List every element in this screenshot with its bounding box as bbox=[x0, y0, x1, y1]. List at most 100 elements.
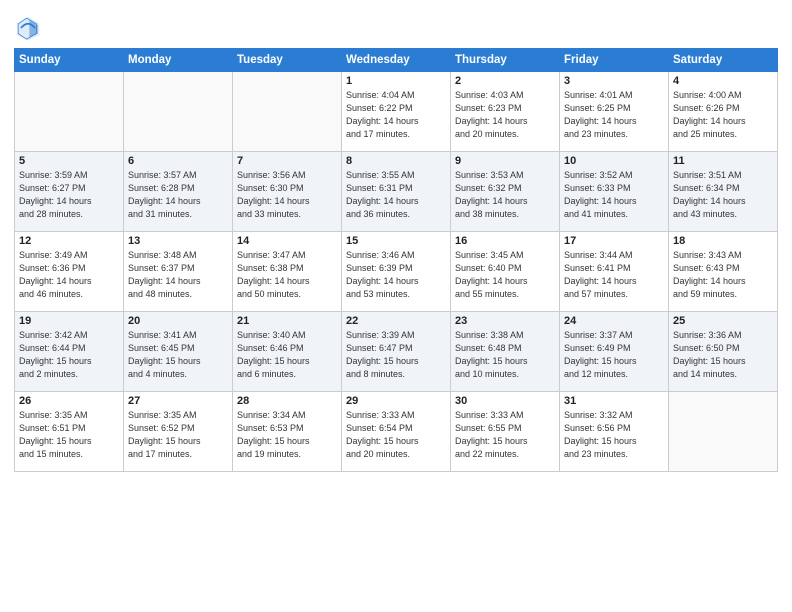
day-info: Sunrise: 3:33 AM Sunset: 6:54 PM Dayligh… bbox=[346, 409, 446, 461]
day-info: Sunrise: 3:40 AM Sunset: 6:46 PM Dayligh… bbox=[237, 329, 337, 381]
day-info: Sunrise: 3:38 AM Sunset: 6:48 PM Dayligh… bbox=[455, 329, 555, 381]
day-info: Sunrise: 4:00 AM Sunset: 6:26 PM Dayligh… bbox=[673, 89, 773, 141]
page: SundayMondayTuesdayWednesdayThursdayFrid… bbox=[0, 0, 792, 612]
day-number: 6 bbox=[128, 155, 228, 167]
day-number: 24 bbox=[564, 315, 664, 327]
calendar-cell: 23 Sunrise: 3:38 AM Sunset: 6:48 PM Dayli… bbox=[451, 312, 560, 392]
calendar-cell: 20Sunrise: 3:41 AM Sunset: 6:45 PM Dayli… bbox=[124, 312, 233, 392]
day-number: 30 bbox=[455, 395, 555, 407]
calendar-cell bbox=[233, 72, 342, 152]
day-info: Sunrise: 3:35 AM Sunset: 6:52 PM Dayligh… bbox=[128, 409, 228, 461]
calendar-cell bbox=[124, 72, 233, 152]
calendar-cell bbox=[15, 72, 124, 152]
day-info: Sunrise: 3:48 AM Sunset: 6:37 PM Dayligh… bbox=[128, 249, 228, 301]
day-info: Sunrise: 3:53 AM Sunset: 6:32 PM Dayligh… bbox=[455, 169, 555, 221]
calendar-cell: 17 Sunrise: 3:44 AM Sunset: 6:41 PM Dayli… bbox=[560, 232, 669, 312]
calendar-cell bbox=[669, 392, 778, 472]
day-number: 25 bbox=[673, 315, 773, 327]
calendar-week-1: 5 Sunrise: 3:59 AM Sunset: 6:27 PM Daylig… bbox=[15, 152, 778, 232]
header bbox=[14, 10, 778, 42]
calendar-cell: 14 Sunrise: 3:47 AM Sunset: 6:38 PM Dayli… bbox=[233, 232, 342, 312]
day-info: Sunrise: 3:56 AM Sunset: 6:30 PM Dayligh… bbox=[237, 169, 337, 221]
day-number: 1 bbox=[346, 75, 446, 87]
calendar-cell: 1 Sunrise: 4:04 AM Sunset: 6:22 PM Daylig… bbox=[342, 72, 451, 152]
day-number: 22 bbox=[346, 315, 446, 327]
calendar-cell: 30Sunrise: 3:33 AM Sunset: 6:55 PM Dayli… bbox=[451, 392, 560, 472]
day-number: 2 bbox=[455, 75, 555, 87]
calendar-cell: 19 Sunrise: 3:42 AM Sunset: 6:44 PM Dayli… bbox=[15, 312, 124, 392]
calendar-cell: 24 Sunrise: 3:37 AM Sunset: 6:49 PM Dayli… bbox=[560, 312, 669, 392]
day-number: 11 bbox=[673, 155, 773, 167]
day-number: 5 bbox=[19, 155, 119, 167]
day-number: 28 bbox=[237, 395, 337, 407]
day-info: Sunrise: 3:59 AM Sunset: 6:27 PM Dayligh… bbox=[19, 169, 119, 221]
day-number: 3 bbox=[564, 75, 664, 87]
calendar-cell: 12 Sunrise: 3:49 AM Sunset: 6:36 PM Dayli… bbox=[15, 232, 124, 312]
day-number: 10 bbox=[564, 155, 664, 167]
day-info: Sunrise: 4:03 AM Sunset: 6:23 PM Dayligh… bbox=[455, 89, 555, 141]
day-number: 7 bbox=[237, 155, 337, 167]
calendar-cell: 9 Sunrise: 3:53 AM Sunset: 6:32 PM Daylig… bbox=[451, 152, 560, 232]
day-info: Sunrise: 3:55 AM Sunset: 6:31 PM Dayligh… bbox=[346, 169, 446, 221]
calendar-cell: 8Sunrise: 3:55 AM Sunset: 6:31 PM Daylig… bbox=[342, 152, 451, 232]
day-number: 26 bbox=[19, 395, 119, 407]
calendar-cell: 5 Sunrise: 3:59 AM Sunset: 6:27 PM Daylig… bbox=[15, 152, 124, 232]
calendar-cell: 22 Sunrise: 3:39 AM Sunset: 6:47 PM Dayli… bbox=[342, 312, 451, 392]
day-info: Sunrise: 3:34 AM Sunset: 6:53 PM Dayligh… bbox=[237, 409, 337, 461]
day-number: 14 bbox=[237, 235, 337, 247]
calendar-cell: 7 Sunrise: 3:56 AM Sunset: 6:30 PM Daylig… bbox=[233, 152, 342, 232]
day-info: Sunrise: 3:36 AM Sunset: 6:50 PM Dayligh… bbox=[673, 329, 773, 381]
calendar-cell: 16 Sunrise: 3:45 AM Sunset: 6:40 PM Dayli… bbox=[451, 232, 560, 312]
day-info: Sunrise: 4:04 AM Sunset: 6:22 PM Dayligh… bbox=[346, 89, 446, 141]
day-number: 27 bbox=[128, 395, 228, 407]
calendar-cell: 26Sunrise: 3:35 AM Sunset: 6:51 PM Dayli… bbox=[15, 392, 124, 472]
calendar-dow-tuesday: Tuesday bbox=[233, 49, 342, 72]
calendar-week-3: 19 Sunrise: 3:42 AM Sunset: 6:44 PM Dayli… bbox=[15, 312, 778, 392]
day-number: 23 bbox=[455, 315, 555, 327]
calendar-cell: 2 Sunrise: 4:03 AM Sunset: 6:23 PM Daylig… bbox=[451, 72, 560, 152]
logo bbox=[14, 14, 44, 42]
day-info: Sunrise: 3:49 AM Sunset: 6:36 PM Dayligh… bbox=[19, 249, 119, 301]
day-number: 15 bbox=[346, 235, 446, 247]
day-info: Sunrise: 3:52 AM Sunset: 6:33 PM Dayligh… bbox=[564, 169, 664, 221]
calendar-cell: 27 Sunrise: 3:35 AM Sunset: 6:52 PM Dayli… bbox=[124, 392, 233, 472]
day-info: Sunrise: 3:45 AM Sunset: 6:40 PM Dayligh… bbox=[455, 249, 555, 301]
calendar-cell: 3Sunrise: 4:01 AM Sunset: 6:25 PM Daylig… bbox=[560, 72, 669, 152]
day-number: 12 bbox=[19, 235, 119, 247]
calendar-dow-sunday: Sunday bbox=[15, 49, 124, 72]
calendar-cell: 21 Sunrise: 3:40 AM Sunset: 6:46 PM Dayli… bbox=[233, 312, 342, 392]
calendar-dow-friday: Friday bbox=[560, 49, 669, 72]
calendar-cell: 29 Sunrise: 3:33 AM Sunset: 6:54 PM Dayli… bbox=[342, 392, 451, 472]
day-info: Sunrise: 3:43 AM Sunset: 6:43 PM Dayligh… bbox=[673, 249, 773, 301]
day-number: 18 bbox=[673, 235, 773, 247]
calendar-week-2: 12 Sunrise: 3:49 AM Sunset: 6:36 PM Dayli… bbox=[15, 232, 778, 312]
calendar-cell: 13Sunrise: 3:48 AM Sunset: 6:37 PM Dayli… bbox=[124, 232, 233, 312]
calendar-cell: 15Sunrise: 3:46 AM Sunset: 6:39 PM Dayli… bbox=[342, 232, 451, 312]
day-number: 31 bbox=[564, 395, 664, 407]
calendar-header-row: SundayMondayTuesdayWednesdayThursdayFrid… bbox=[15, 49, 778, 72]
day-info: Sunrise: 3:42 AM Sunset: 6:44 PM Dayligh… bbox=[19, 329, 119, 381]
calendar-week-4: 26Sunrise: 3:35 AM Sunset: 6:51 PM Dayli… bbox=[15, 392, 778, 472]
day-number: 19 bbox=[19, 315, 119, 327]
calendar-dow-saturday: Saturday bbox=[669, 49, 778, 72]
calendar-cell: 18 Sunrise: 3:43 AM Sunset: 6:43 PM Dayli… bbox=[669, 232, 778, 312]
calendar-cell: 31 Sunrise: 3:32 AM Sunset: 6:56 PM Dayli… bbox=[560, 392, 669, 472]
day-info: Sunrise: 3:39 AM Sunset: 6:47 PM Dayligh… bbox=[346, 329, 446, 381]
day-number: 20 bbox=[128, 315, 228, 327]
calendar-cell: 6 Sunrise: 3:57 AM Sunset: 6:28 PM Daylig… bbox=[124, 152, 233, 232]
calendar-cell: 25 Sunrise: 3:36 AM Sunset: 6:50 PM Dayli… bbox=[669, 312, 778, 392]
day-info: Sunrise: 3:47 AM Sunset: 6:38 PM Dayligh… bbox=[237, 249, 337, 301]
calendar-cell: 10 Sunrise: 3:52 AM Sunset: 6:33 PM Dayli… bbox=[560, 152, 669, 232]
day-number: 29 bbox=[346, 395, 446, 407]
day-number: 9 bbox=[455, 155, 555, 167]
day-info: Sunrise: 3:57 AM Sunset: 6:28 PM Dayligh… bbox=[128, 169, 228, 221]
day-info: Sunrise: 3:32 AM Sunset: 6:56 PM Dayligh… bbox=[564, 409, 664, 461]
day-number: 16 bbox=[455, 235, 555, 247]
calendar-cell: 4Sunrise: 4:00 AM Sunset: 6:26 PM Daylig… bbox=[669, 72, 778, 152]
day-info: Sunrise: 3:51 AM Sunset: 6:34 PM Dayligh… bbox=[673, 169, 773, 221]
day-info: Sunrise: 3:37 AM Sunset: 6:49 PM Dayligh… bbox=[564, 329, 664, 381]
calendar-cell: 28 Sunrise: 3:34 AM Sunset: 6:53 PM Dayli… bbox=[233, 392, 342, 472]
day-number: 17 bbox=[564, 235, 664, 247]
day-number: 21 bbox=[237, 315, 337, 327]
day-info: Sunrise: 3:44 AM Sunset: 6:41 PM Dayligh… bbox=[564, 249, 664, 301]
